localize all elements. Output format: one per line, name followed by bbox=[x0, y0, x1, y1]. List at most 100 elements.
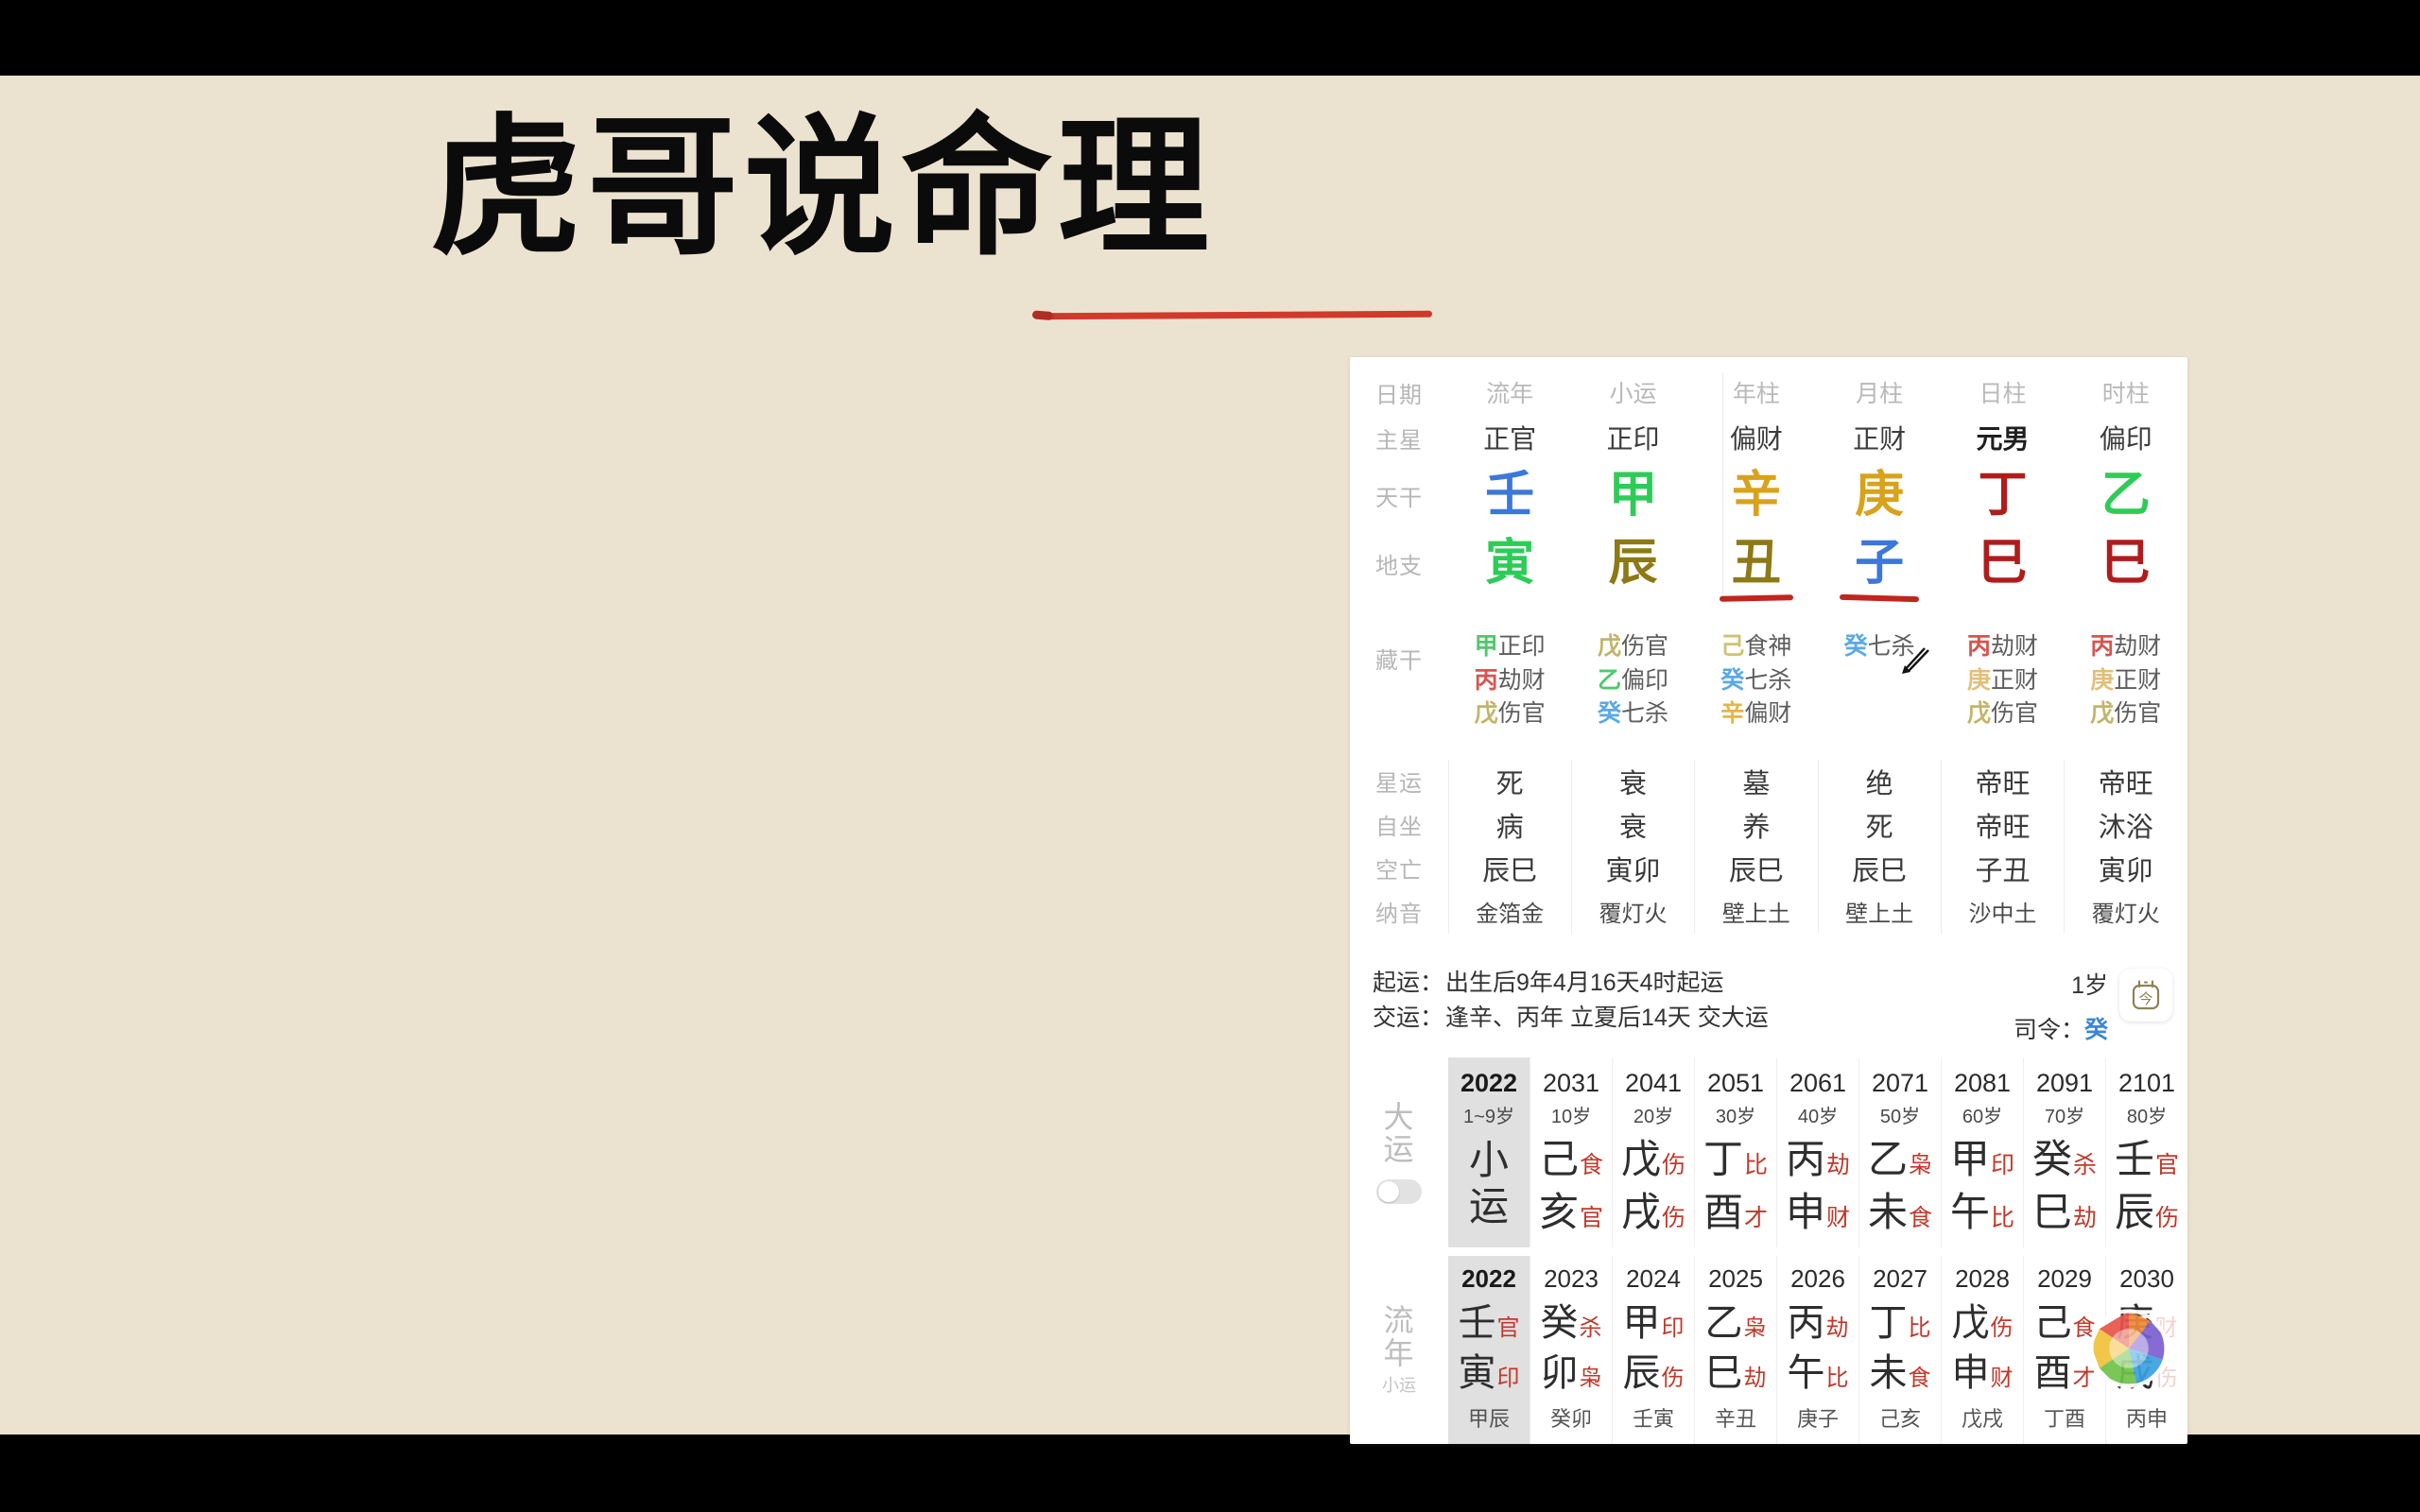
col-header-day-pillar: 日柱 bbox=[1979, 381, 2027, 407]
hidden-stem-god: 伤官 bbox=[1620, 633, 1668, 660]
column-stem-god: 枭 bbox=[1743, 1314, 1767, 1341]
liunian-label-block: 流 年 小运 bbox=[1350, 1256, 1448, 1444]
column-branch-god: 印 bbox=[1496, 1366, 1520, 1392]
liunian-column[interactable]: 2023 癸杀卯枭癸卯 bbox=[1530, 1255, 1612, 1445]
red-underline-annotation bbox=[1719, 594, 1793, 602]
hidden-stem-god: 正财 bbox=[1990, 666, 2038, 694]
column-branch-god: 财 bbox=[1826, 1204, 1851, 1231]
hidden-stem-god: 伤官 bbox=[2114, 700, 2162, 727]
column-branch: 申财 bbox=[1786, 1190, 1850, 1234]
dayun-column[interactable]: 2071 50岁乙枭未食 bbox=[1858, 1057, 1941, 1247]
column-stem: 庚财 bbox=[2117, 1302, 2178, 1345]
dayun-column[interactable]: 2031 10岁己食亥官 bbox=[1530, 1057, 1612, 1247]
dayun-strip: 2022 1~9岁小 运 2031 10岁己食亥官 2041 20岁戊伤戌伤 2051 30岁… bbox=[1448, 1057, 2187, 1247]
branch-cell-annotated: 丑 bbox=[1695, 529, 1818, 602]
calendar-today-icon[interactable]: 今 bbox=[2119, 968, 2172, 1022]
hidden-stem-item: 辛偏财 bbox=[1720, 699, 1791, 729]
column-year: 2071 bbox=[1871, 1068, 1929, 1097]
column-stem-char: 庚 bbox=[2116, 1301, 2154, 1344]
column-branch-god: 劫 bbox=[1743, 1366, 1767, 1392]
column-xiaoyun-marker: 小 运 bbox=[1468, 1137, 1509, 1229]
column-branch-god: 才 bbox=[1744, 1204, 1769, 1231]
column-branch-god: 伤 bbox=[2155, 1204, 2180, 1231]
hidden-stem-char: 癸 bbox=[1720, 666, 1745, 694]
column-stem-god: 伤 bbox=[1990, 1314, 2014, 1341]
row-label-nayin: 纳音 bbox=[1375, 902, 1423, 927]
column-year: 2024 bbox=[1626, 1263, 1681, 1293]
xingyun-cell: 衰 bbox=[1618, 768, 1647, 799]
column-stem: 丁比 bbox=[1870, 1302, 1931, 1345]
column-xiaoyun: 壬寅 bbox=[1632, 1407, 1674, 1432]
hidden-stem-item: 乙偏印 bbox=[1598, 666, 1668, 696]
column-stem: 甲印 bbox=[1623, 1302, 1685, 1345]
stem-cell: 乙 bbox=[2100, 468, 2151, 523]
column-stem-char: 丁 bbox=[1869, 1301, 1908, 1344]
nayin-row: 纳音 金箔金 覆灯火 壁上土 壁上土 沙中土 覆灯火 bbox=[1350, 890, 2187, 934]
kongwang-cell: 辰巳 bbox=[1482, 855, 1538, 886]
hidden-stem-item: 癸七杀 bbox=[1720, 666, 1791, 696]
column-age: 50岁 bbox=[1879, 1106, 1921, 1127]
liunian-column[interactable]: 2026 丙劫午比庚子 bbox=[1776, 1255, 1858, 1445]
hidden-stem-char: 戊 bbox=[2090, 700, 2115, 727]
zizuo-row: 自坐 病 衰 养 死 帝旺 沐浴 bbox=[1350, 803, 2187, 847]
qiyun-label: 起运： bbox=[1373, 969, 1444, 996]
column-stem-char: 戊 bbox=[1620, 1136, 1661, 1181]
dayun-toggle-switch[interactable] bbox=[1376, 1178, 1422, 1204]
dayun-column[interactable]: 2051 30岁丁比酉才 bbox=[1694, 1057, 1776, 1247]
liunian-column[interactable]: 2024 甲印辰伤壬寅 bbox=[1612, 1255, 1694, 1445]
column-branch: 未食 bbox=[1870, 1352, 1931, 1395]
column-stem-god: 财 bbox=[2154, 1314, 2178, 1341]
column-age: 20岁 bbox=[1633, 1106, 1674, 1127]
zizuo-cell: 死 bbox=[1865, 812, 1893, 843]
column-year: 2031 bbox=[1542, 1068, 1600, 1097]
liunian-column[interactable]: 2028 戊伤申财戊戌 bbox=[1941, 1255, 2023, 1445]
col-header-hour-pillar: 时柱 bbox=[2101, 381, 2150, 407]
dayun-column[interactable]: 2091 70岁癸杀巳劫 bbox=[2023, 1057, 2105, 1247]
liunian-column[interactable]: 2025 乙枭巳劫辛丑 bbox=[1694, 1255, 1776, 1445]
hidden-stem-god: 食神 bbox=[1744, 633, 1792, 660]
column-stem-god: 杀 bbox=[1579, 1314, 1602, 1341]
liunian-column[interactable]: 2029 己食酉才丁酉 bbox=[2023, 1255, 2105, 1445]
column-stem-god: 官 bbox=[2155, 1151, 2180, 1178]
dayun-column[interactable]: 2041 20岁戊伤戌伤 bbox=[1612, 1057, 1694, 1247]
hidden-stem-god: 正印 bbox=[1497, 633, 1546, 660]
dayun-column[interactable]: 2022 1~9岁小 运 bbox=[1448, 1057, 1530, 1247]
column-year: 2027 bbox=[1873, 1263, 1927, 1293]
hidden-stem-item: 甲正印 bbox=[1475, 632, 1546, 662]
column-stem: 戊伤 bbox=[1952, 1302, 2014, 1345]
hidden-stem-item: 癸七杀 bbox=[1598, 699, 1668, 729]
column-branch: 戌伤 bbox=[2117, 1352, 2178, 1395]
siling-info: 司令：癸 bbox=[2014, 1011, 2108, 1045]
column-branch-god: 官 bbox=[1580, 1204, 1604, 1231]
hidden-stem-god: 偏财 bbox=[1744, 700, 1792, 727]
dayun-column[interactable]: 2081 60岁甲印午比 bbox=[1941, 1057, 2023, 1247]
liunian-column[interactable]: 2027 丁比未食己亥 bbox=[1858, 1255, 1941, 1445]
col-header-year-pillar: 年柱 bbox=[1732, 381, 1780, 407]
dayun-column[interactable]: 2061 40岁丙劫申财 bbox=[1776, 1057, 1858, 1247]
column-age: 70岁 bbox=[2044, 1106, 2085, 1127]
column-branch-char: 戌 bbox=[2116, 1352, 2154, 1395]
dayun-section: 大 运 2022 1~9岁小 运 2031 10岁己食亥官 2041 20岁戊伤戌伤 205… bbox=[1350, 1057, 2187, 1247]
qiyun-value: 出生后9年4月16天4时起运 bbox=[1445, 969, 1724, 996]
kongwang-cell: 辰巳 bbox=[1728, 855, 1784, 886]
dayun-label: 大 运 bbox=[1383, 1099, 1415, 1167]
liunian-column[interactable]: 2022 壬官寅印甲辰 bbox=[1448, 1255, 1530, 1445]
column-stem-god: 官 bbox=[1496, 1314, 1520, 1341]
hidden-stem-char: 庚 bbox=[1966, 666, 1991, 694]
liunian-sub-label: 小运 bbox=[1382, 1376, 1416, 1396]
col-header-month-pillar: 月柱 bbox=[1856, 381, 1904, 407]
column-branch-god: 比 bbox=[1991, 1204, 2015, 1231]
dayun-column[interactable]: 2101 80岁壬官辰伤 bbox=[2105, 1057, 2187, 1247]
hidden-stem-char: 戊 bbox=[1474, 700, 1498, 727]
hidden-stem-item: 己食神 bbox=[1720, 632, 1791, 662]
hidden-stem-char: 戊 bbox=[1966, 700, 1991, 727]
stem-cell: 庚 bbox=[1855, 468, 1905, 523]
hidden-stems-cell: 丙劫财 庚正财 戊伤官 bbox=[2065, 632, 2187, 729]
column-xiaoyun: 戊戌 bbox=[1961, 1407, 2003, 1432]
liunian-column[interactable]: 2030 庚财戌伤丙申 bbox=[2105, 1255, 2187, 1445]
column-branch-god: 财 bbox=[1990, 1366, 2014, 1392]
main-star-cell: 偏印 bbox=[2099, 424, 2152, 454]
hidden-stem-god: 劫财 bbox=[2114, 633, 2162, 660]
kongwang-cell: 辰巳 bbox=[1852, 855, 1908, 886]
column-stem: 己食 bbox=[1539, 1137, 1603, 1181]
